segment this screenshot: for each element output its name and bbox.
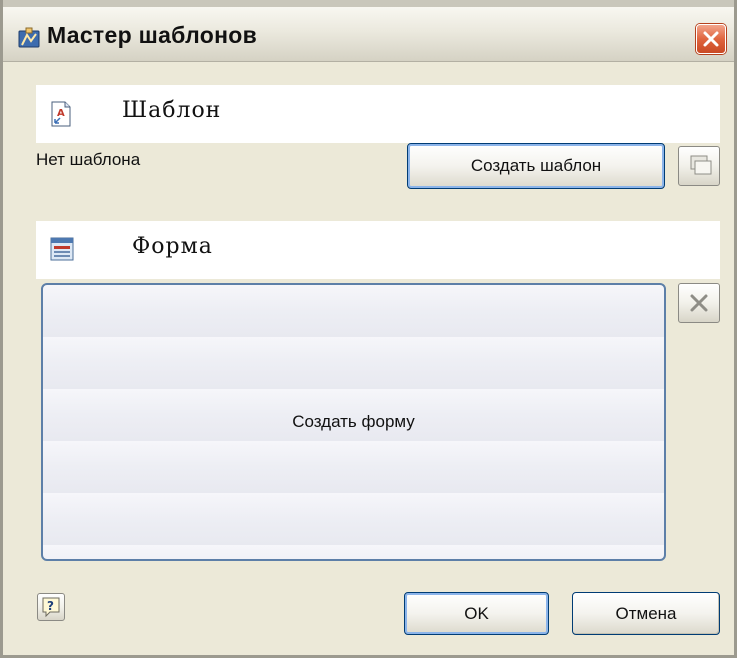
delete-form-button[interactable] [678,283,720,323]
help-button[interactable]: ? [37,593,65,621]
svg-text:A: A [57,108,65,119]
copy-template-button[interactable] [678,146,720,186]
form-icon [50,237,74,266]
help-icon: ? [42,597,60,618]
close-icon [703,31,719,47]
window-title: Мастер шаблонов [47,22,258,48]
create-form-label: Создать форму [292,412,415,431]
template-wizard-icon [17,25,41,49]
svg-text:?: ? [47,599,54,613]
template-status: Нет шаблона [36,150,141,169]
create-form-button[interactable]: Создать форму [41,283,666,561]
ok-button[interactable]: OK [404,592,549,635]
create-template-button[interactable]: Создать шаблон [407,143,665,189]
form-section-title: Форма [132,234,213,259]
delete-icon [690,294,708,312]
ok-label: OK [464,603,489,623]
create-template-label: Создать шаблон [470,156,602,175]
dialog-window: Мастер шаблонов A Шаблон Нет шаблона Соз… [0,0,737,658]
cancel-button[interactable]: Отмена [572,592,720,635]
template-section-header: A Шаблон [36,85,720,143]
cancel-label: Отмена [615,603,677,623]
form-section-header: Форма [36,221,720,279]
template-section-title: Шаблон [122,98,222,123]
copy-icon [690,155,712,175]
close-button[interactable] [696,24,726,54]
template-document-icon: A [50,101,72,132]
title-bar[interactable]: Мастер шаблонов [3,0,734,62]
